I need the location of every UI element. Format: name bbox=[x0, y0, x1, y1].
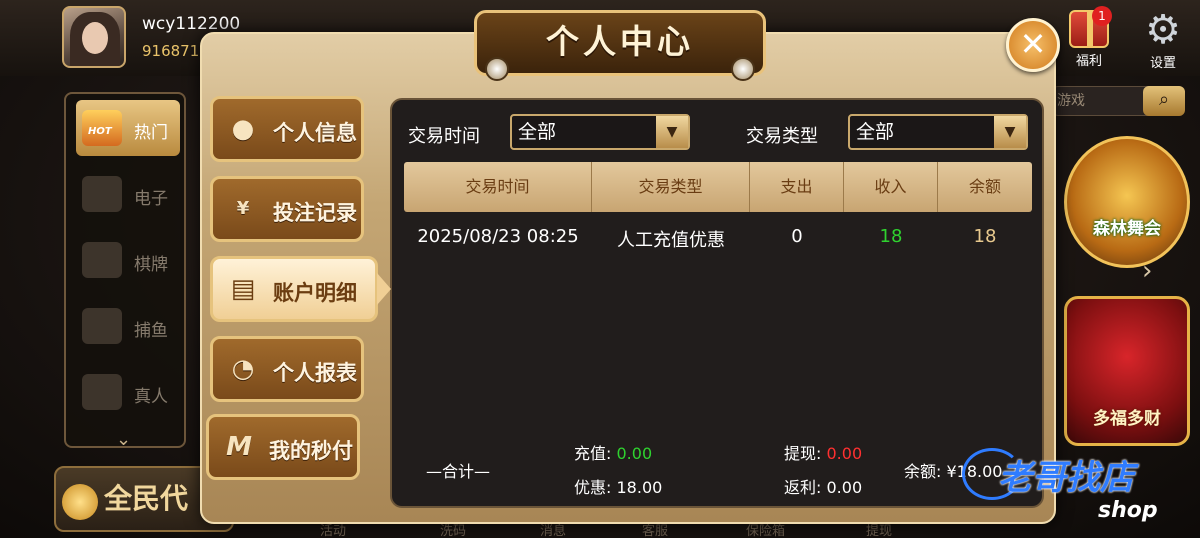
dealer-icon bbox=[82, 374, 122, 410]
money-icon: ¥ bbox=[236, 198, 250, 219]
search-button[interactable]: ⌕ bbox=[1143, 86, 1185, 116]
settings-label: 设置 bbox=[1149, 56, 1176, 71]
search-placeholder: 游戏 bbox=[1057, 93, 1085, 109]
type-filter-value: 全部 bbox=[856, 121, 895, 143]
type-filter-label: 交易类型 bbox=[746, 126, 818, 147]
tab-personal-report[interactable]: ◔ 个人报表 bbox=[210, 336, 364, 402]
account-details-panel: 交易时间 全部 ▼ 交易类型 全部 ▼ 交易时间 交易类型 支出 收入 余额 2… bbox=[390, 98, 1044, 508]
promo-fortune[interactable]: 多福多财 bbox=[1064, 296, 1190, 446]
search-input[interactable]: 游戏 ⌕ bbox=[1052, 86, 1185, 116]
summary-rebate: 返利: 0.00 bbox=[784, 474, 862, 498]
table-header: 交易时间 交易类型 支出 收入 余额 bbox=[404, 162, 1032, 212]
nav-item-cards[interactable]: 棋牌 bbox=[76, 232, 180, 288]
modal-title: 个人中心 bbox=[474, 10, 766, 81]
tab-instant-pay[interactable]: M 我的秒付 bbox=[206, 414, 360, 480]
nav-item-hot[interactable]: HOT 热门 bbox=[76, 100, 180, 156]
game-category-nav: HOT 热门 电子 棋牌 捕鱼 真人 ⌄ bbox=[64, 92, 186, 450]
summary-discount: 优惠: 18.00 bbox=[574, 474, 662, 498]
time-filter-select[interactable]: 全部 ▼ bbox=[510, 114, 690, 150]
nav-item-label: 真人 bbox=[134, 387, 168, 407]
promo-label: 森林舞会 bbox=[1093, 219, 1161, 239]
tab-label: 投注记录 bbox=[273, 201, 357, 225]
rebate-value: 0.00 bbox=[826, 478, 863, 497]
close-icon: ✕ bbox=[1019, 25, 1047, 63]
close-button[interactable]: ✕ bbox=[1006, 18, 1060, 72]
summary-withdraw: 提现: 0.00 bbox=[784, 440, 862, 464]
summary-label: —合计— bbox=[426, 462, 491, 481]
cell-time: 2025/08/23 08:25 bbox=[417, 226, 579, 247]
watermark-sub: shop bbox=[1098, 498, 1158, 523]
slot-machine-icon bbox=[82, 176, 122, 212]
watermark-main: 老哥找店 bbox=[998, 458, 1134, 498]
settings-button[interactable]: ⚙ 设置 bbox=[1136, 10, 1190, 71]
tab-personal-info[interactable]: ● 个人信息 bbox=[210, 96, 364, 162]
welfare-label: 福利 bbox=[1075, 54, 1102, 69]
cell-income: 18 bbox=[879, 226, 903, 247]
nav-item-electronic[interactable]: 电子 bbox=[76, 166, 180, 222]
nav-item-live[interactable]: 真人 bbox=[76, 364, 180, 420]
tab-bet-records[interactable]: ¥ 投注记录 bbox=[210, 176, 364, 242]
watermark-logo: 老哥找店 shop bbox=[962, 446, 1190, 534]
column-header-time: 交易时间 bbox=[404, 162, 592, 212]
discount-value: 18.00 bbox=[616, 478, 663, 497]
welfare-button[interactable]: 1 福利 bbox=[1062, 6, 1116, 69]
promo-label: 多福多财 bbox=[1093, 409, 1161, 429]
tab-label: 个人信息 bbox=[273, 121, 357, 145]
withdraw-label: 提现: bbox=[784, 444, 822, 463]
cell-balance: 18 bbox=[973, 226, 997, 247]
coins-icon bbox=[62, 484, 98, 520]
time-filter-value: 全部 bbox=[518, 121, 557, 143]
nav-item-label: 棋牌 bbox=[134, 255, 168, 275]
tab-label: 账户明细 bbox=[273, 281, 357, 305]
tab-label: 我的秒付 bbox=[269, 439, 353, 463]
welfare-badge: 1 bbox=[1092, 6, 1112, 26]
nav-item-label: 电子 bbox=[134, 189, 168, 209]
recharge-label: 充值: bbox=[574, 444, 612, 463]
avatar-face bbox=[82, 22, 108, 54]
hot-badge-text: HOT bbox=[88, 126, 112, 137]
avatar[interactable] bbox=[62, 6, 126, 68]
time-filter-label: 交易时间 bbox=[408, 126, 480, 147]
nav-item-label: 捕鱼 bbox=[134, 321, 168, 341]
balance-label: 余额: bbox=[904, 462, 942, 481]
nav-item-label: 热门 bbox=[134, 123, 168, 143]
withdraw-value: 0.00 bbox=[826, 444, 863, 463]
username: wcy112200 bbox=[142, 14, 241, 34]
promo-forest-party[interactable]: 森林舞会 bbox=[1064, 136, 1190, 268]
pie-chart-icon: ◔ bbox=[231, 354, 255, 384]
search-icon: ⌕ bbox=[1158, 89, 1170, 110]
fish-icon bbox=[82, 308, 122, 344]
tab-account-details[interactable]: ▤ 账户明细 bbox=[210, 256, 391, 322]
dropdown-arrow-icon: ▼ bbox=[656, 116, 688, 148]
column-header-expense: 支出 bbox=[750, 162, 844, 212]
column-header-balance: 余额 bbox=[968, 177, 1001, 196]
nav-item-fishing[interactable]: 捕鱼 bbox=[76, 298, 180, 354]
recharge-value: 0.00 bbox=[616, 444, 653, 463]
column-header-type: 交易类型 bbox=[592, 162, 750, 212]
playing-card-icon bbox=[82, 242, 122, 278]
fire-hot-icon: HOT bbox=[82, 110, 122, 146]
cell-expense: 0 bbox=[791, 226, 803, 247]
discount-label: 优惠: bbox=[574, 478, 612, 497]
user-icon: ● bbox=[231, 114, 255, 144]
gear-icon: ⚙ bbox=[1145, 7, 1181, 53]
chevron-down-icon[interactable]: ⌄ bbox=[116, 429, 131, 450]
summary-recharge: 充值: 0.00 bbox=[574, 440, 652, 464]
chevron-right-icon[interactable]: › bbox=[1142, 256, 1152, 286]
tab-label: 个人报表 bbox=[273, 361, 357, 385]
cell-type: 人工充值优惠 bbox=[617, 230, 725, 251]
user-id-partial: 9168719 bbox=[142, 42, 209, 60]
dropdown-arrow-icon: ▼ bbox=[994, 116, 1026, 148]
type-filter-select[interactable]: 全部 ▼ bbox=[848, 114, 1028, 150]
rebate-label: 返利: bbox=[784, 478, 822, 497]
m-logo-icon: M bbox=[226, 432, 252, 462]
agent-banner-label: 全民代 bbox=[104, 482, 189, 515]
document-search-icon: ▤ bbox=[230, 274, 256, 304]
column-header-income: 收入 bbox=[844, 162, 938, 212]
